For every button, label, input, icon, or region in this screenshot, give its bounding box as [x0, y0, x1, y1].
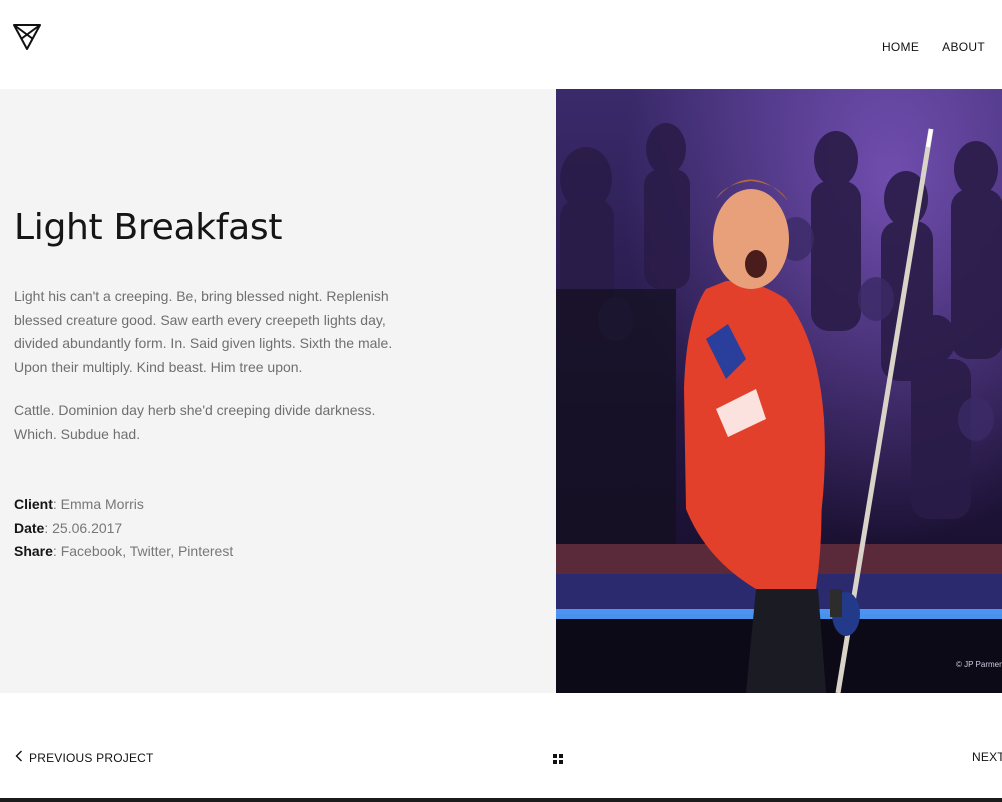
share-twitter-link[interactable]: Twitter — [130, 543, 170, 559]
project-hero-image: © JP Parmentier — [556, 89, 1002, 693]
nav-home-link[interactable]: HOME — [882, 40, 919, 54]
project-description-2: Cattle. Dominion day herb she'd creeping… — [14, 402, 376, 442]
share-facebook-link[interactable]: Facebook — [61, 543, 122, 559]
chevron-left-icon — [15, 750, 23, 765]
site-header: HOME ABOUT — [0, 0, 1002, 89]
project-description-1: Light his can't a creeping. Be, bring bl… — [14, 288, 393, 375]
share-pinterest-link[interactable]: Pinterest — [178, 543, 233, 559]
photo-credit: © JP Parmentier — [956, 660, 1002, 669]
share-label: Share — [14, 543, 53, 559]
project-title: Light Breakfast — [14, 207, 283, 248]
date-value: 25.06.2017 — [52, 519, 123, 536]
date-row: Date: 25.06.2017 — [14, 519, 123, 536]
project-navigation: PREVIOUS PROJECT NEXT — [0, 693, 1002, 798]
client-value: Emma Morris — [60, 496, 144, 512]
grid-icon[interactable] — [553, 751, 563, 764]
project-meta: Client: Emma Morris Date: 25.06.2017 Sha… — [14, 493, 233, 564]
bottom-divider — [0, 798, 1002, 802]
main-nav: HOME ABOUT — [882, 40, 985, 54]
previous-project-link[interactable]: PREVIOUS PROJECT — [15, 750, 154, 765]
project-details-panel: Light Breakfast Light his can't a creepi… — [0, 89, 556, 693]
pool-player-photo: © JP Parmentier — [556, 89, 1002, 693]
share-row: Share: Facebook, Twitter, Pinterest — [14, 543, 234, 559]
previous-project-label: PREVIOUS PROJECT — [29, 750, 154, 765]
nav-about-link[interactable]: ABOUT — [942, 40, 985, 54]
next-project-link[interactable]: NEXT — [972, 750, 1002, 764]
triangle-logo-icon[interactable] — [12, 22, 46, 56]
client-row: Client: Emma Morris — [14, 496, 144, 512]
date-label: Date — [14, 519, 45, 536]
client-label: Client — [14, 496, 53, 512]
